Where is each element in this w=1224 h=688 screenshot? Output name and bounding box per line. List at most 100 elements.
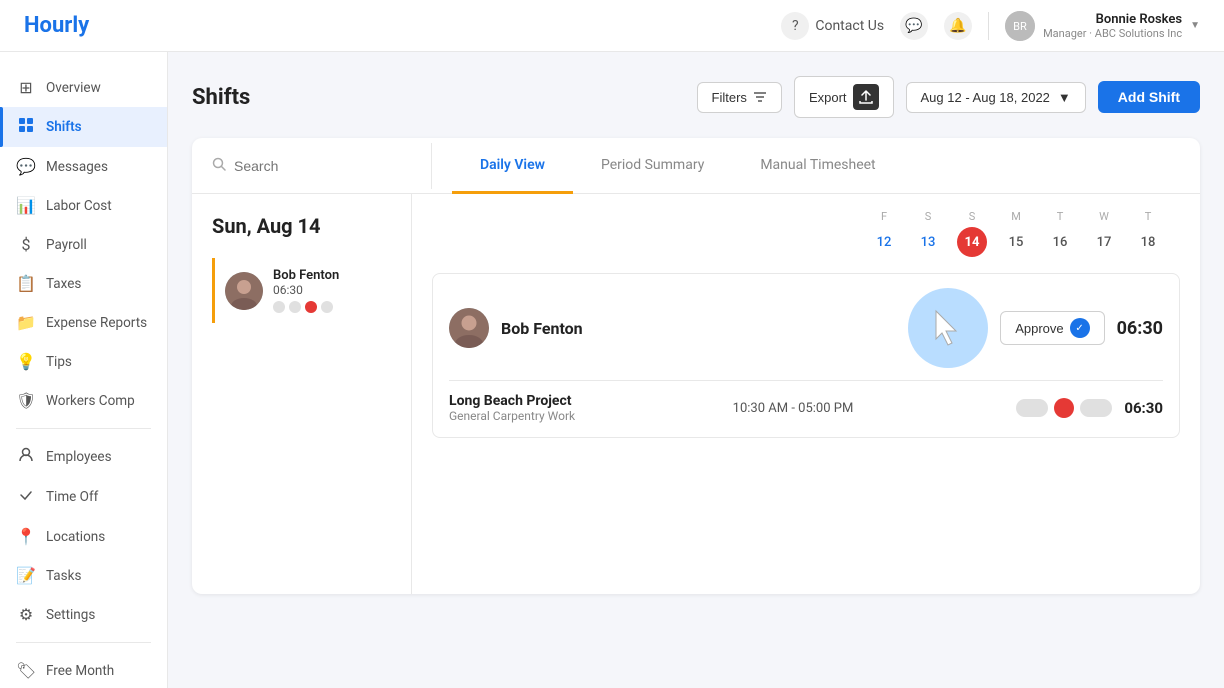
sidebar-item-workers-comp[interactable]: 🛡 Workers Comp xyxy=(0,381,167,420)
tab-period-summary[interactable]: Period Summary xyxy=(573,139,732,194)
upload-icon xyxy=(853,84,879,110)
sidebar-divider xyxy=(16,428,151,429)
sidebar-item-employees[interactable]: Employees xyxy=(0,437,167,477)
chevron-down-icon: ▼ xyxy=(1190,20,1200,31)
day-col-tue: T 16 xyxy=(1038,210,1082,257)
user-avatar-icon: BR xyxy=(1005,11,1035,41)
export-button[interactable]: Export xyxy=(794,76,894,118)
employee-avatar xyxy=(225,272,263,310)
locations-icon: 📍 xyxy=(16,527,36,546)
shift-detail-row: Long Beach Project General Carpentry Wor… xyxy=(449,393,1163,423)
notifications-icon[interactable]: 🔔 xyxy=(944,12,972,40)
employees-icon xyxy=(16,447,36,467)
search-box xyxy=(212,143,432,189)
toggle-right[interactable] xyxy=(1080,399,1112,417)
overview-icon: ⊞ xyxy=(16,78,36,97)
sidebar-item-messages[interactable]: 💬 Messages xyxy=(0,147,167,186)
help-icon: ? xyxy=(781,12,809,40)
top-nav-right: ? Contact Us 💬 🔔 BR Bonnie Roskes Manage… xyxy=(781,11,1200,41)
cursor-highlight xyxy=(908,288,988,368)
day-col-fri: F 12 xyxy=(862,210,906,257)
chevron-down-icon: ▼ xyxy=(1058,90,1071,105)
svg-text:BR: BR xyxy=(1013,20,1027,33)
header-actions: Filters Export Aug 12 - Aug 18, 2022 ▼ A… xyxy=(697,76,1200,118)
status-dots xyxy=(273,301,339,313)
top-nav: Hourly ? Contact Us 💬 🔔 BR Bonnie Roskes… xyxy=(0,0,1224,52)
shift-divider xyxy=(449,380,1163,381)
sidebar-item-taxes[interactable]: 📋 Taxes xyxy=(0,264,167,303)
sidebar-item-labor-cost[interactable]: 📊 Labor Cost xyxy=(0,186,167,225)
sidebar-divider-2 xyxy=(16,642,151,643)
shift-card: Bob Fenton Approve ✓ 06:30 xyxy=(432,273,1180,438)
left-panel: Sun, Aug 14 Bob Fenton 06:30 xyxy=(192,194,412,594)
sidebar-item-overview[interactable]: ⊞ Overview xyxy=(0,68,167,107)
shift-project: Long Beach Project General Carpentry Wor… xyxy=(449,393,721,423)
dot-4 xyxy=(321,301,333,313)
shift-toggles xyxy=(1016,398,1112,418)
filters-button[interactable]: Filters xyxy=(697,82,782,113)
tips-icon: 💡 xyxy=(16,352,36,371)
workers-comp-icon: 🛡 xyxy=(16,391,36,410)
add-shift-button[interactable]: Add Shift xyxy=(1098,81,1200,113)
shift-avatar xyxy=(449,308,489,348)
toggle-left[interactable] xyxy=(1016,399,1048,417)
employee-info: Bob Fenton 06:30 xyxy=(273,268,339,313)
settings-icon: ⚙ xyxy=(16,605,36,624)
content-area: Daily View Period Summary Manual Timeshe… xyxy=(192,138,1200,594)
main-content: Shifts Filters Export Aug 12 - Aug 18, 2… xyxy=(168,52,1224,688)
expense-icon: 📁 xyxy=(16,313,36,332)
approve-check-icon: ✓ xyxy=(1070,318,1090,338)
page-header: Shifts Filters Export Aug 12 - Aug 18, 2… xyxy=(192,76,1200,118)
dot-2 xyxy=(289,301,301,313)
day-col-sun: S 14 xyxy=(950,210,994,257)
search-input[interactable] xyxy=(234,158,431,174)
content-top-bar: Daily View Period Summary Manual Timeshe… xyxy=(192,138,1200,194)
layout: ⊞ Overview Shifts 💬 Messages 📊 Labor Cos… xyxy=(0,52,1224,688)
date-heading: Sun, Aug 14 xyxy=(212,214,391,238)
day-col-sat: S 13 xyxy=(906,210,950,257)
dot-1 xyxy=(273,301,285,313)
avatar: BR xyxy=(1005,11,1035,41)
cursor-arrow-icon xyxy=(932,309,964,347)
messages-nav-icon: 💬 xyxy=(16,157,36,176)
time-off-icon xyxy=(16,487,36,507)
free-month-icon: 🏷 xyxy=(16,661,36,680)
shifts-icon xyxy=(16,117,36,137)
sidebar-item-free-month[interactable]: 🏷 Free Month xyxy=(0,651,167,688)
sidebar-item-payroll[interactable]: $ Payroll xyxy=(0,225,167,264)
sidebar: ⊞ Overview Shifts 💬 Messages 📊 Labor Cos… xyxy=(0,52,168,688)
taxes-icon: 📋 xyxy=(16,274,36,293)
right-panel: F 12 S 13 S 14 M 15 xyxy=(412,194,1200,594)
messages-icon[interactable]: 💬 xyxy=(900,12,928,40)
sidebar-item-tips[interactable]: 💡 Tips xyxy=(0,342,167,381)
filter-icon xyxy=(753,90,767,104)
tasks-icon: 📝 xyxy=(16,566,36,585)
employee-row: Bob Fenton 06:30 xyxy=(212,258,391,323)
sidebar-item-time-off[interactable]: Time Off xyxy=(0,477,167,517)
sidebar-item-locations[interactable]: 📍 Locations xyxy=(0,517,167,556)
contact-us-button[interactable]: ? Contact Us xyxy=(781,12,884,40)
date-range-button[interactable]: Aug 12 - Aug 18, 2022 ▼ xyxy=(906,82,1086,113)
day-col-wed: W 17 xyxy=(1082,210,1126,257)
tab-manual-timesheet[interactable]: Manual Timesheet xyxy=(732,139,903,194)
approve-button[interactable]: Approve ✓ xyxy=(1000,311,1104,345)
week-days: F 12 S 13 S 14 M 15 xyxy=(432,210,1180,257)
tabs: Daily View Period Summary Manual Timeshe… xyxy=(452,138,904,193)
body-split: Sun, Aug 14 Bob Fenton 06:30 xyxy=(192,194,1200,594)
tab-daily-view[interactable]: Daily View xyxy=(452,139,573,194)
user-menu[interactable]: BR Bonnie Roskes Manager · ABC Solutions… xyxy=(1005,11,1200,41)
sidebar-item-expense-reports[interactable]: 📁 Expense Reports xyxy=(0,303,167,342)
toggle-red-dot xyxy=(1054,398,1074,418)
nav-divider xyxy=(988,12,989,40)
payroll-icon: $ xyxy=(16,235,36,254)
page-title: Shifts xyxy=(192,85,250,110)
day-col-mon: M 15 xyxy=(994,210,1038,257)
dot-3 xyxy=(305,301,317,313)
sidebar-item-settings[interactable]: ⚙ Settings xyxy=(0,595,167,634)
shift-card-header: Bob Fenton Approve ✓ 06:30 xyxy=(449,288,1163,368)
sidebar-item-shifts[interactable]: Shifts xyxy=(0,107,167,147)
labor-cost-icon: 📊 xyxy=(16,196,36,215)
user-info: Bonnie Roskes Manager · ABC Solutions In… xyxy=(1043,12,1182,40)
sidebar-item-tasks[interactable]: 📝 Tasks xyxy=(0,556,167,595)
day-col-thu: T 18 xyxy=(1126,210,1170,257)
